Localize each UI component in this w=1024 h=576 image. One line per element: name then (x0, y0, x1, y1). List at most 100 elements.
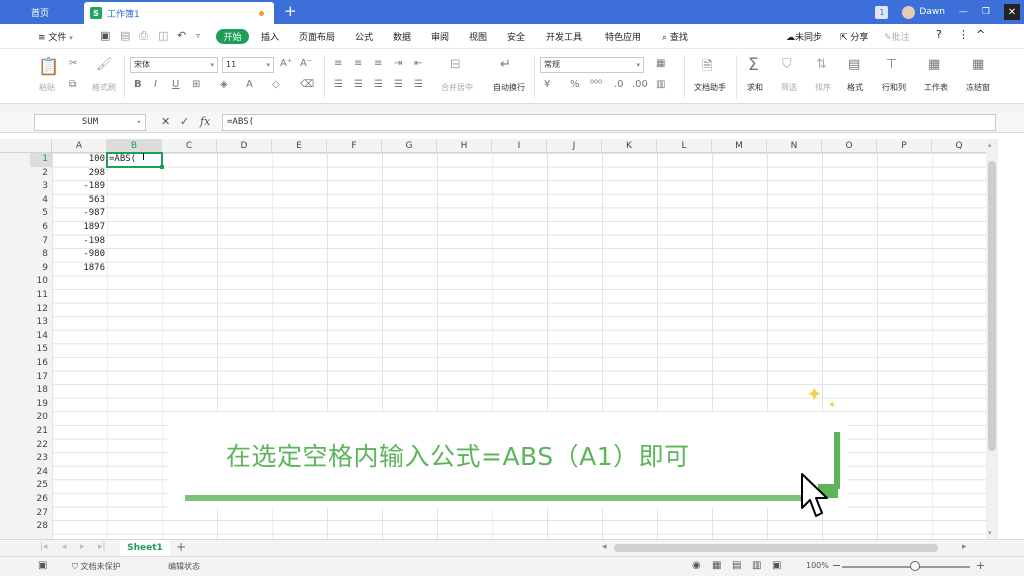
normal-view-icon[interactable]: ▦ (712, 560, 721, 571)
column-header-o[interactable]: O (822, 139, 877, 153)
increase-font-icon[interactable]: A⁺ (280, 58, 292, 69)
column-header-f[interactable]: F (327, 139, 382, 153)
column-header-k[interactable]: K (602, 139, 657, 153)
cell-a9[interactable]: 1876 (52, 262, 105, 276)
column-header-i[interactable]: I (492, 139, 547, 153)
file-menu[interactable]: ≡ 文件 ▾ (38, 30, 73, 43)
decrease-font-icon[interactable]: A⁻ (300, 58, 312, 69)
align-top-icon[interactable]: ≡ (334, 58, 342, 69)
column-header-h[interactable]: H (437, 139, 492, 153)
row-header-13[interactable]: 13 (30, 316, 52, 330)
cell-a6[interactable]: 1897 (52, 221, 105, 235)
zoom-slider-knob[interactable] (910, 561, 920, 571)
row-header-7[interactable]: 7 (30, 235, 52, 249)
freeze-icon[interactable]: ▦ (972, 57, 984, 72)
increase-decimal-icon[interactable]: .0 (614, 79, 624, 90)
tab-developer[interactable]: 开发工具 (546, 30, 582, 43)
paste-icon[interactable]: 📋 (38, 57, 59, 77)
tab-data[interactable]: 数据 (393, 30, 411, 43)
column-header-g[interactable]: G (382, 139, 437, 153)
comment-button[interactable]: ✎批注 (884, 30, 910, 43)
add-sheet-button[interactable]: + (176, 540, 186, 554)
row-header-19[interactable]: 19 (30, 398, 52, 412)
distribute-icon[interactable]: ☰ (414, 79, 423, 90)
sort-icon[interactable]: ⇅ (816, 57, 827, 72)
cell-a4[interactable]: 563 (52, 194, 105, 208)
select-all-corner[interactable] (0, 139, 52, 153)
tab-formulas[interactable]: 公式 (355, 30, 373, 43)
row-header-14[interactable]: 14 (30, 330, 52, 344)
minimize-button[interactable]: — (959, 7, 968, 17)
active-cell-b1[interactable]: =ABS(I (106, 152, 164, 169)
row-header-2[interactable]: 2 (30, 167, 52, 181)
copy-icon[interactable]: ⧉ (69, 79, 76, 90)
table-style-icon[interactable]: ▦ (656, 58, 665, 69)
restore-button[interactable]: ❐ (982, 7, 990, 17)
row-col-label[interactable]: 行和列 (876, 82, 912, 93)
tab-security[interactable]: 安全 (507, 30, 525, 43)
row-header-3[interactable]: 3 (30, 180, 52, 194)
filter-icon[interactable]: ⛉ (782, 57, 792, 72)
collapse-ribbon-icon[interactable]: ^ (976, 28, 985, 41)
row-header-4[interactable]: 4 (30, 194, 52, 208)
filter-label[interactable]: 筛选 (774, 82, 804, 93)
row-col-icon[interactable]: ⊤ (886, 57, 897, 72)
underline-icon[interactable]: U (172, 79, 179, 90)
row-header-1[interactable]: 1 (30, 153, 52, 167)
row-header-18[interactable]: 18 (30, 384, 52, 398)
eraser-icon[interactable]: ⌫ (300, 79, 314, 90)
column-header-l[interactable]: L (657, 139, 712, 153)
last-sheet-icon[interactable]: ▸| (98, 542, 106, 552)
tab-review[interactable]: 审阅 (431, 30, 449, 43)
fill-handle[interactable] (160, 164, 164, 169)
zoom-out-button[interactable]: − (832, 559, 841, 572)
column-header-j[interactable]: J (547, 139, 602, 153)
justify-icon[interactable]: ☰ (394, 79, 403, 90)
align-center-icon[interactable]: ☰ (354, 79, 363, 90)
row-header-22[interactable]: 22 (30, 439, 52, 453)
export-icon[interactable]: ▤ (120, 29, 130, 42)
tab-insert[interactable]: 插入 (261, 30, 279, 43)
reading-mode-icon[interactable]: ▣ (772, 560, 781, 571)
cell-a7[interactable]: -198 (52, 235, 105, 249)
decrease-decimal-icon[interactable]: .00 (632, 79, 648, 90)
confirm-icon[interactable]: ✓ (180, 115, 189, 128)
help-icon[interactable]: ? (936, 28, 942, 41)
cell-a8[interactable]: -980 (52, 248, 105, 262)
cell-a2[interactable]: 298 (52, 167, 105, 181)
bold-icon[interactable]: B (134, 79, 142, 90)
font-size-select[interactable]: 11 ▾ (222, 57, 274, 73)
merge-center-label[interactable]: 合并居中 (436, 82, 478, 93)
scroll-down-icon[interactable]: ▾ (988, 529, 992, 537)
macro-icon[interactable]: ▣ (38, 560, 47, 571)
tab-start[interactable]: 开始 (216, 29, 249, 44)
share-button[interactable]: ⇱ 分享 (840, 30, 868, 43)
row-header-24[interactable]: 24 (30, 466, 52, 480)
italic-icon[interactable]: I (154, 79, 157, 90)
more-options-icon[interactable]: ⋮ (958, 28, 969, 41)
auto-wrap-label[interactable]: 自动换行 (488, 82, 530, 93)
row-header-8[interactable]: 8 (30, 248, 52, 262)
row-header-20[interactable]: 20 (30, 411, 52, 425)
row-header-12[interactable]: 12 (30, 303, 52, 317)
window-count-badge[interactable]: 1 (875, 5, 889, 19)
column-header-d[interactable]: D (217, 139, 272, 153)
row-header-11[interactable]: 11 (30, 289, 52, 303)
vertical-scroll-thumb[interactable] (988, 161, 996, 451)
protect-status[interactable]: ⛉ 文档未保护 (72, 561, 121, 572)
print-icon[interactable]: ⎙ (139, 29, 148, 43)
zoom-slider[interactable] (842, 566, 970, 568)
worksheet-icon[interactable]: ▦ (928, 57, 940, 72)
format-painter-icon[interactable]: 🖌 (96, 57, 113, 72)
scroll-right-icon[interactable]: ▸ (962, 542, 967, 552)
column-header-c[interactable]: C (162, 139, 217, 153)
align-bottom-icon[interactable]: ≡ (374, 58, 382, 69)
indent-icon[interactable]: ⇥ (394, 58, 402, 69)
column-header-n[interactable]: N (767, 139, 822, 153)
row-header-9[interactable]: 9 (30, 262, 52, 276)
page-break-icon[interactable]: ▥ (752, 560, 761, 571)
row-header-15[interactable]: 15 (30, 343, 52, 357)
close-button[interactable]: ✕ (1004, 4, 1020, 20)
row-header-21[interactable]: 21 (30, 425, 52, 439)
cut-icon[interactable]: ✂ (69, 58, 77, 69)
